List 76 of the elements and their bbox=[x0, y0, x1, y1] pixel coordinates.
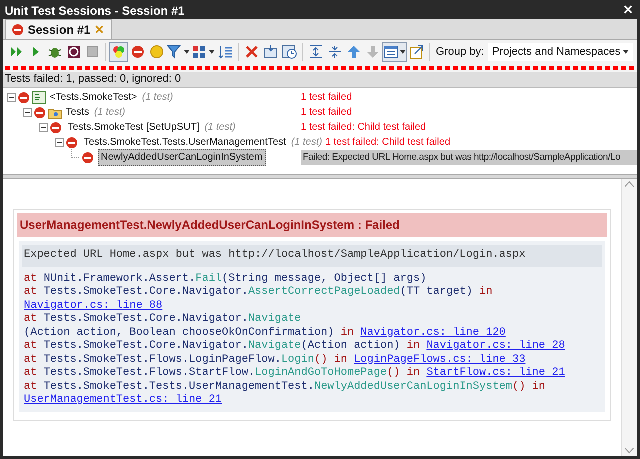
expand-icon bbox=[308, 44, 324, 60]
collapse-toggle[interactable] bbox=[39, 123, 48, 132]
collapse-toggle[interactable] bbox=[7, 93, 16, 102]
collapse-icon bbox=[326, 44, 342, 60]
source-link[interactable]: UserManagementTest.cs: line 21 bbox=[24, 394, 222, 406]
close-button[interactable]: × bbox=[622, 3, 635, 19]
grid-icon bbox=[192, 44, 208, 60]
status-text: Tests failed: 1, passed: 0, ignored: 0 bbox=[5, 72, 182, 88]
source-link[interactable]: LoginPageFlows.cs: line 33 bbox=[354, 354, 526, 366]
test-count: (1 test) bbox=[204, 121, 236, 135]
tree-item[interactable]: <Tests.SmokeTest> bbox=[48, 90, 140, 105]
tab-label: Session #1 bbox=[28, 22, 91, 38]
session-tab[interactable]: Session #1 ✕ bbox=[5, 19, 112, 39]
error-icon bbox=[34, 106, 46, 118]
collapse-toggle[interactable] bbox=[55, 138, 64, 147]
source-link[interactable]: Navigator.cs: line 88 bbox=[24, 300, 163, 312]
scroll-up-icon[interactable] bbox=[625, 181, 634, 187]
error-icon bbox=[12, 24, 24, 36]
double-play-icon bbox=[8, 44, 24, 60]
tree-connector bbox=[71, 149, 79, 158]
tree-item[interactable]: NewlyAddedUserCanLoginInSystem bbox=[98, 149, 266, 166]
stack-trace-text: at Tests.SmokeTest.Flows.LoginPageFlow.Login() in bbox=[24, 354, 348, 366]
result-heading: UserManagementTest.NewlyAddedUserCanLoginInSystem : Failed bbox=[17, 213, 607, 237]
source-link[interactable]: Navigator.cs: line 120 bbox=[360, 326, 506, 338]
folder-icon bbox=[48, 106, 62, 118]
stack-trace-text: (Action action, Boolean chooseOkOnConfirmation) in bbox=[24, 326, 356, 338]
group-by-dropdown[interactable]: Projects and Namespaces bbox=[488, 43, 633, 61]
error-icon bbox=[66, 136, 78, 148]
stack-trace-text: at Tests.SmokeTest.Flows.StartFlow.LoginAndGoToHomePage() in bbox=[24, 367, 422, 379]
tree-item[interactable]: Tests.SmokeTest [SetUpSUT] bbox=[66, 120, 202, 135]
caret-icon bbox=[209, 50, 215, 54]
error-icon bbox=[130, 44, 146, 60]
stopwatch-icon bbox=[66, 44, 82, 60]
up-arrow-icon bbox=[346, 44, 362, 60]
layout-button[interactable] bbox=[382, 42, 407, 62]
test-count: (1 test) bbox=[142, 91, 174, 105]
csharp-project-icon bbox=[32, 91, 46, 104]
error-message: Expected URL Home.aspx but was http://localhost/SampleApplication/Login.aspx bbox=[22, 245, 602, 266]
tree-item[interactable]: Tests bbox=[64, 105, 92, 120]
stack-trace-text: at Tests.SmokeTest.Core.Navigator.AssertCorrectPageLoaded(TT target) in bbox=[24, 286, 493, 298]
three-circles-button[interactable] bbox=[109, 42, 128, 62]
stack-trace-text: at Tests.SmokeTest.Core.Navigator.Navigate(Action action) in bbox=[24, 340, 422, 352]
test-result: 1 test failed: Child test failed bbox=[325, 136, 451, 150]
stack-trace-text: at NUnit.Framework.Assert.Fail(String message, Object[] args) bbox=[24, 272, 427, 284]
stack-trace-text: at Tests.SmokeTest.Core.Navigator.Navigate bbox=[24, 313, 302, 325]
three-circles-icon bbox=[110, 44, 126, 60]
external-window-icon bbox=[408, 44, 424, 60]
tree-item[interactable]: Tests.SmokeTest.Tests.UserManagementTest bbox=[82, 135, 288, 150]
ignored-icon bbox=[148, 44, 164, 60]
stack-trace-text: at Tests.SmokeTest.Tests.UserManagementTest.NewlyAddedUserCanLoginInSystem() in bbox=[24, 380, 546, 392]
caret-icon bbox=[184, 50, 190, 54]
test-result: 1 test failed: Child test failed bbox=[301, 121, 426, 135]
test-count: (1 test) bbox=[94, 106, 126, 120]
collapse-toggle[interactable] bbox=[23, 108, 32, 117]
import-icon bbox=[262, 44, 278, 60]
scroll-down-icon[interactable] bbox=[625, 448, 634, 454]
delete-icon bbox=[244, 44, 260, 60]
caret-icon bbox=[400, 50, 406, 54]
clock-icon bbox=[282, 44, 298, 60]
sort-icon bbox=[218, 44, 234, 60]
test-result: Failed: Expected URL Home.aspx but was http://localhost/SampleApplication/Lo bbox=[301, 150, 637, 165]
test-result: 1 test failed bbox=[301, 106, 352, 120]
test-result: 1 test failed bbox=[301, 91, 352, 105]
stop-icon bbox=[84, 44, 100, 60]
source-link[interactable]: Navigator.cs: line 28 bbox=[426, 340, 566, 352]
error-icon bbox=[18, 92, 30, 104]
test-count: (1 test) bbox=[291, 136, 322, 150]
layout-icon bbox=[383, 44, 399, 60]
error-icon bbox=[82, 152, 94, 164]
group-by-label: Group by: bbox=[436, 44, 484, 60]
error-icon bbox=[50, 122, 62, 134]
source-link[interactable]: StartFlow.cs: line 21 bbox=[426, 367, 566, 379]
window-title: Unit Test Sessions - Session #1 bbox=[5, 3, 186, 20]
caret-icon bbox=[623, 50, 629, 54]
filter-icon bbox=[167, 44, 183, 60]
down-arrow-icon bbox=[364, 44, 380, 60]
